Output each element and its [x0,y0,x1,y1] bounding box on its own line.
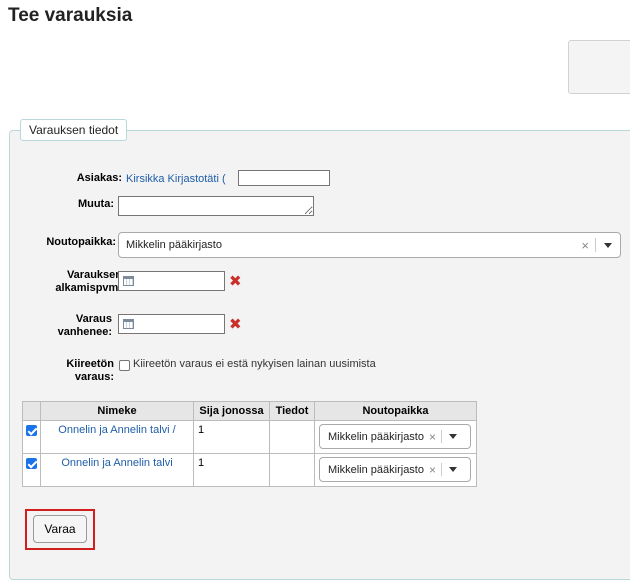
expire-date-label-line2: vanhenee: [57,326,112,338]
place-hold-button[interactable]: Varaa [33,515,87,543]
column-header-pickup: Noutopaikka [314,401,477,421]
chevron-down-icon[interactable] [604,242,612,248]
patron-label: Asiakas: [76,172,122,184]
chevron-down-icon[interactable] [449,434,457,439]
clear-icon[interactable]: × [424,463,441,477]
title-link[interactable]: Onnelin ja Annelin talvi [61,457,172,469]
select-divider [441,429,442,444]
queue-position: 1 [193,453,270,487]
chevron-down-icon[interactable] [449,467,457,472]
nonpriority-description: Kiireetön varaus ei estä nykyisen lainan… [133,358,376,370]
details-cell [269,420,315,454]
title-link[interactable]: Onnelin ja Annelin talvi / [58,424,175,436]
calendar-icon[interactable] [123,319,134,329]
remove-start-date-icon[interactable]: ✖ [229,272,242,290]
patron-cardnumber-field[interactable] [238,170,330,186]
table-row: Onnelin ja Annelin talvi 1 Mikkelin pääk… [22,453,477,487]
pickup-selected-value: Mikkelin pääkirjasto [126,239,222,251]
queue-position: 1 [193,420,270,454]
calendar-icon[interactable] [123,276,134,286]
row-select-checkbox[interactable] [26,458,37,469]
expire-date-label: Varaus vanhenee: [20,313,112,339]
pickup-label: Noutopaikka: [46,236,116,248]
row-pickup-select[interactable]: Mikkelin pääkirjasto × [319,424,471,449]
notes-label: Muuta: [77,198,114,210]
column-header-title: Nimeke [40,401,194,421]
row-select-checkbox[interactable] [26,425,37,436]
start-date-field[interactable] [118,271,225,291]
notes-field[interactable] [118,196,314,216]
start-date-label-line2: alkamispvm: [55,282,122,294]
start-date-label: Varauksen alkamispvm: [20,269,122,295]
expire-date-label-line1: Varaus [75,313,112,325]
nonpriority-label-line1: Kiireetön [66,358,114,370]
table-row: Onnelin ja Annelin talvi / 1 Mikkelin pä… [22,420,477,454]
toolbar-button[interactable] [568,40,630,94]
remove-expire-date-icon[interactable]: ✖ [229,315,242,333]
row-pickup-select[interactable]: Mikkelin pääkirjasto × [319,457,471,482]
holds-table: Nimeke Sija jonossa Tiedot Noutopaikka O… [22,401,477,487]
nonpriority-label: Kiireetön varaus: [20,358,114,384]
clear-icon[interactable]: × [424,430,441,444]
select-column-header [22,401,41,421]
column-header-details: Tiedot [269,401,315,421]
page-title: Tee varauksia [8,5,133,26]
clear-icon[interactable]: × [575,238,595,253]
nonpriority-checkbox[interactable] [119,360,130,371]
fieldset-legend: Varauksen tiedot [20,119,128,141]
select-divider [441,462,442,477]
expire-date-field[interactable] [118,314,225,334]
row-pickup-value: Mikkelin pääkirjasto [328,430,424,443]
row-pickup-value: Mikkelin pääkirjasto [328,463,424,476]
pickup-select[interactable]: Mikkelin pääkirjasto × [118,232,621,258]
nonpriority-label-line2: varaus: [74,371,114,383]
column-header-queue: Sija jonossa [193,401,270,421]
select-divider [595,237,596,253]
details-cell [269,453,315,487]
patron-link[interactable]: Kirsikka Kirjastotäti ( [126,173,226,185]
start-date-label-line1: Varauksen [66,269,122,281]
